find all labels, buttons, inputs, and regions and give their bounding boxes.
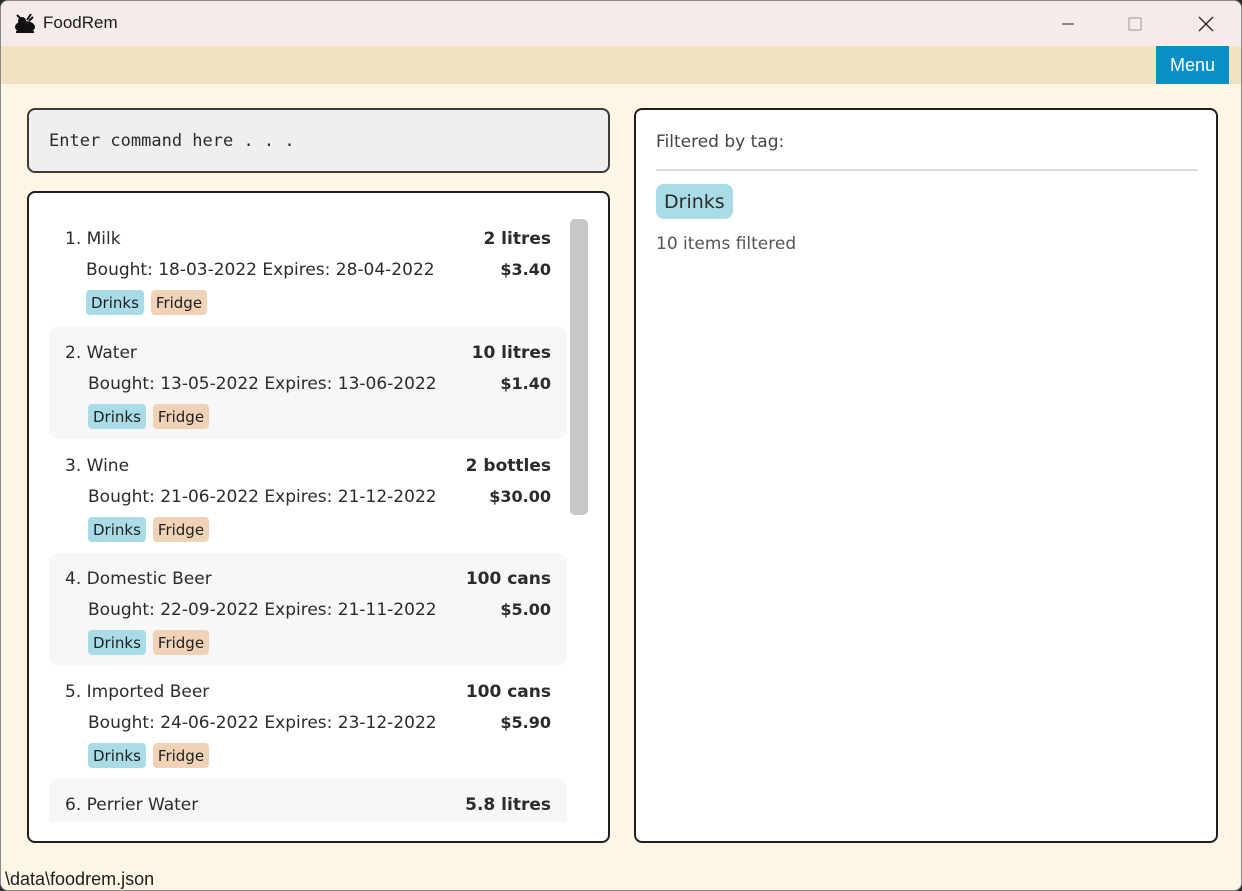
command-box[interactable] [27, 108, 610, 173]
item-tags: Drinks Fridge [88, 517, 210, 542]
list-item[interactable]: 2. Water 10 litres Bought: 13-05-2022 Ex… [49, 327, 567, 439]
tag-fridge: Fridge [152, 517, 210, 542]
divider [656, 169, 1198, 171]
item-name: 5. Imported Beer [65, 682, 210, 702]
command-input[interactable] [49, 130, 589, 151]
item-name: 4. Domestic Beer [65, 569, 212, 589]
tag-fridge: Fridge [152, 743, 210, 768]
menu-bar [1, 46, 1241, 84]
maximize-button[interactable] [1100, 1, 1170, 46]
item-price: $5.00 [500, 600, 551, 619]
list-scrollbar[interactable] [570, 219, 588, 515]
item-name: 1. Milk [65, 229, 121, 249]
item-tags: Drinks Fridge [86, 290, 208, 315]
filter-count: 10 items filtered [656, 234, 797, 254]
item-name: 6. Perrier Water [65, 795, 199, 815]
list-item[interactable]: 6. Perrier Water 5.8 litres [49, 779, 567, 822]
item-tags: Drinks Fridge [88, 743, 210, 768]
item-name: 3. Wine [65, 456, 130, 476]
minimize-icon [1062, 23, 1074, 24]
tag-fridge: Fridge [152, 404, 210, 429]
maximize-icon [1128, 17, 1142, 30]
item-tags: Drinks Fridge [88, 404, 210, 429]
close-button[interactable] [1171, 1, 1241, 46]
item-price: $30.00 [489, 487, 551, 506]
food-item-list[interactable]: 1. Milk 2 litres Bought: 18-03-2022 Expi… [27, 191, 610, 843]
status-bar: \data\foodrem.json [1, 867, 1241, 890]
item-name: 2. Water [65, 343, 137, 363]
data-file-path: \data\foodrem.json [5, 869, 155, 889]
filter-panel: Filtered by tag: Drinks 10 items filtere… [634, 108, 1218, 843]
item-dates: Bought: 21-06-2022 Expires: 21-12-2022 [88, 487, 437, 507]
item-price: $3.40 [500, 260, 551, 279]
title-bar: FoodRem [1, 1, 1241, 46]
tag-fridge: Fridge [150, 290, 208, 315]
tag-drinks: Drinks [88, 517, 146, 542]
tag-drinks: Drinks [88, 404, 146, 429]
list-item[interactable]: 5. Imported Beer 100 cans Bought: 24-06-… [49, 666, 567, 778]
item-price: $1.40 [500, 374, 551, 393]
filter-tag-drinks: Drinks [656, 184, 733, 219]
minimize-button[interactable] [1033, 1, 1103, 46]
tag-drinks: Drinks [88, 630, 146, 655]
item-dates: Bought: 24-06-2022 Expires: 23-12-2022 [88, 713, 437, 733]
tag-fridge: Fridge [152, 630, 210, 655]
tag-drinks: Drinks [88, 743, 146, 768]
list-viewport: 1. Milk 2 litres Bought: 18-03-2022 Expi… [29, 213, 574, 822]
item-quantity: 100 cans [465, 682, 551, 702]
item-quantity: 5.8 litres [465, 795, 551, 815]
item-quantity: 2 litres [483, 229, 551, 249]
list-item[interactable]: 3. Wine 2 bottles Bought: 21-06-2022 Exp… [49, 440, 567, 552]
item-dates: Bought: 13-05-2022 Expires: 13-06-2022 [88, 374, 437, 394]
window-title: FoodRem [43, 13, 118, 32]
filter-heading: Filtered by tag: [656, 132, 785, 152]
item-dates: Bought: 22-09-2022 Expires: 21-11-2022 [88, 600, 437, 620]
list-item[interactable]: 4. Domestic Beer 100 cans Bought: 22-09-… [49, 553, 567, 665]
item-quantity: 10 litres [471, 343, 551, 363]
app-window: FoodRem Menu 1. Milk 2 litres Bought: 18… [0, 0, 1242, 891]
item-quantity: 2 bottles [465, 456, 551, 476]
item-quantity: 100 cans [465, 569, 551, 589]
menu-button[interactable]: Menu [1156, 46, 1229, 84]
close-icon [1198, 16, 1214, 31]
tag-drinks: Drinks [86, 290, 144, 315]
app-logo-icon [13, 11, 37, 35]
item-price: $5.90 [500, 713, 551, 732]
item-dates: Bought: 18-03-2022 Expires: 28-04-2022 [86, 260, 435, 280]
list-item[interactable]: 1. Milk 2 litres Bought: 18-03-2022 Expi… [49, 213, 567, 325]
item-tags: Drinks Fridge [88, 630, 210, 655]
